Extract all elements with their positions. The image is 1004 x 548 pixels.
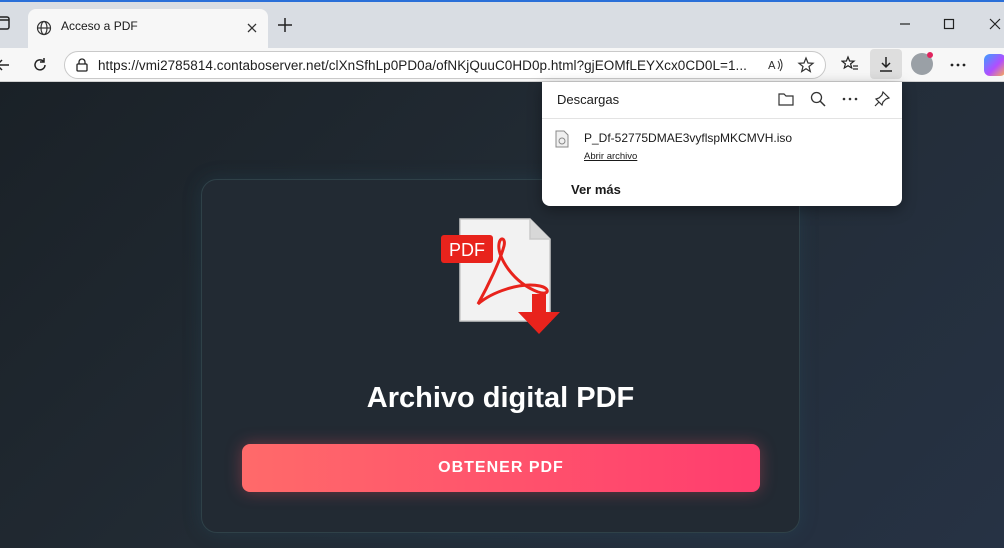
pdf-badge-text: PDF: [449, 240, 485, 260]
svg-text:A: A: [768, 59, 776, 72]
flyout-divider: [542, 118, 902, 119]
notification-dot: [927, 52, 933, 58]
globe-icon: [36, 20, 52, 36]
title-bar: Acceso a PDF: [0, 0, 1004, 50]
downloads-title: Descargas: [557, 92, 620, 107]
minimize-icon[interactable]: [895, 14, 915, 34]
star-icon[interactable]: [797, 56, 815, 74]
more-options-icon[interactable]: [841, 90, 859, 108]
refresh-icon[interactable]: [31, 56, 49, 74]
copilot-icon[interactable]: [984, 54, 1004, 76]
read-aloud-icon[interactable]: A: [767, 56, 785, 74]
url-text[interactable]: https://vmi2785814.contaboserver.net/clX…: [98, 58, 747, 73]
plus-icon[interactable]: [276, 16, 294, 34]
back-icon[interactable]: [0, 56, 12, 74]
pdf-download-icon: PDF: [441, 218, 560, 334]
close-icon[interactable]: [244, 20, 260, 36]
pin-icon[interactable]: [873, 90, 891, 108]
page-heading: Archivo digital PDF: [366, 382, 635, 414]
maximize-icon[interactable]: [939, 14, 959, 34]
close-window-icon[interactable]: [985, 14, 1004, 34]
downloads-flyout: Descargas P_Df-52775DMAE3vyflspMKCMVH.is…: [542, 82, 902, 206]
folder-icon[interactable]: [777, 90, 795, 108]
see-more-link[interactable]: Ver más: [571, 182, 621, 197]
download-file-name[interactable]: P_Df-52775DMAE3vyflspMKCMVH.iso: [584, 131, 792, 145]
search-icon[interactable]: [809, 90, 827, 108]
lock-icon[interactable]: [73, 56, 91, 74]
toolbar: https://vmi2785814.contaboserver.net/clX…: [0, 48, 1004, 82]
download-icon: [880, 57, 892, 72]
file-icon: [555, 130, 569, 148]
get-pdf-button[interactable]: OBTENER PDF: [242, 444, 760, 492]
tab-title: Acceso a PDF: [61, 19, 138, 33]
downloads-button[interactable]: [870, 49, 902, 79]
tab-actions-icon[interactable]: [0, 16, 10, 30]
more-icon[interactable]: [949, 56, 967, 74]
address-bar[interactable]: https://vmi2785814.contaboserver.net/clX…: [64, 51, 826, 79]
active-tab[interactable]: Acceso a PDF: [28, 9, 268, 50]
favorites-icon[interactable]: [841, 55, 859, 73]
open-file-link[interactable]: Abrir archivo: [584, 151, 637, 162]
